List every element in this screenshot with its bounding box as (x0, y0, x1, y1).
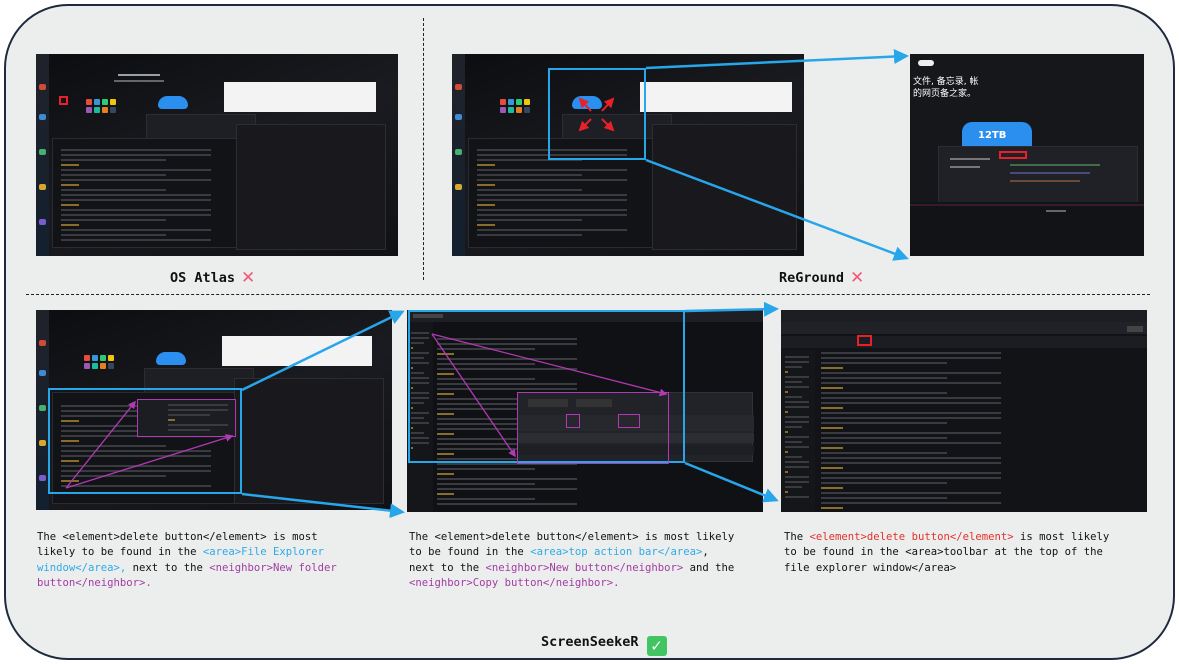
white-window (224, 82, 376, 112)
cloud-icon (158, 96, 188, 109)
reground-zoomed-view: 文件, 备忘录, 帐 的网页备之家。 12TB (910, 54, 1144, 256)
step1-description: The <element>delete button</element> is … (37, 531, 337, 590)
os-atlas-label: OS Atlas ✕ (170, 268, 256, 288)
screenseeker-label: ScreenSeekeR ✓ (541, 634, 667, 656)
reground-prediction-box (999, 151, 1027, 159)
vertical-divider (423, 18, 424, 280)
screenseeker-step3-screenshot (781, 310, 1147, 512)
red-cross-icon: ✕ (241, 268, 256, 288)
taskbar (36, 54, 49, 256)
screenseeker-prediction-box (857, 335, 872, 346)
screenseeker-step2-new-button-box (566, 414, 580, 428)
screenseeker-step2-copy-button-box (618, 414, 640, 428)
step2-description: The <element>delete button</element> is … (409, 531, 735, 590)
horizontal-divider (26, 294, 1150, 295)
reground-label: ReGround ✕ (779, 268, 865, 288)
screenseeker-step2-toolbar-box (517, 392, 669, 464)
green-check-icon: ✓ (646, 636, 667, 656)
red-cross-icon: ✕ (850, 268, 865, 288)
file-explorer-window (52, 138, 252, 248)
zoom-text-line2: 的网页备之家。 (913, 89, 977, 99)
screenseeker-step1-neighbor-box (137, 399, 236, 437)
app-tiles (86, 99, 116, 113)
step3-description: The <element>delete button</element> is … (784, 531, 1110, 574)
os-atlas-prediction-box (59, 96, 68, 105)
cloud-label: 12TB (978, 130, 1007, 141)
os-atlas-screenshot (36, 54, 398, 256)
reground-crop-box (548, 68, 646, 160)
